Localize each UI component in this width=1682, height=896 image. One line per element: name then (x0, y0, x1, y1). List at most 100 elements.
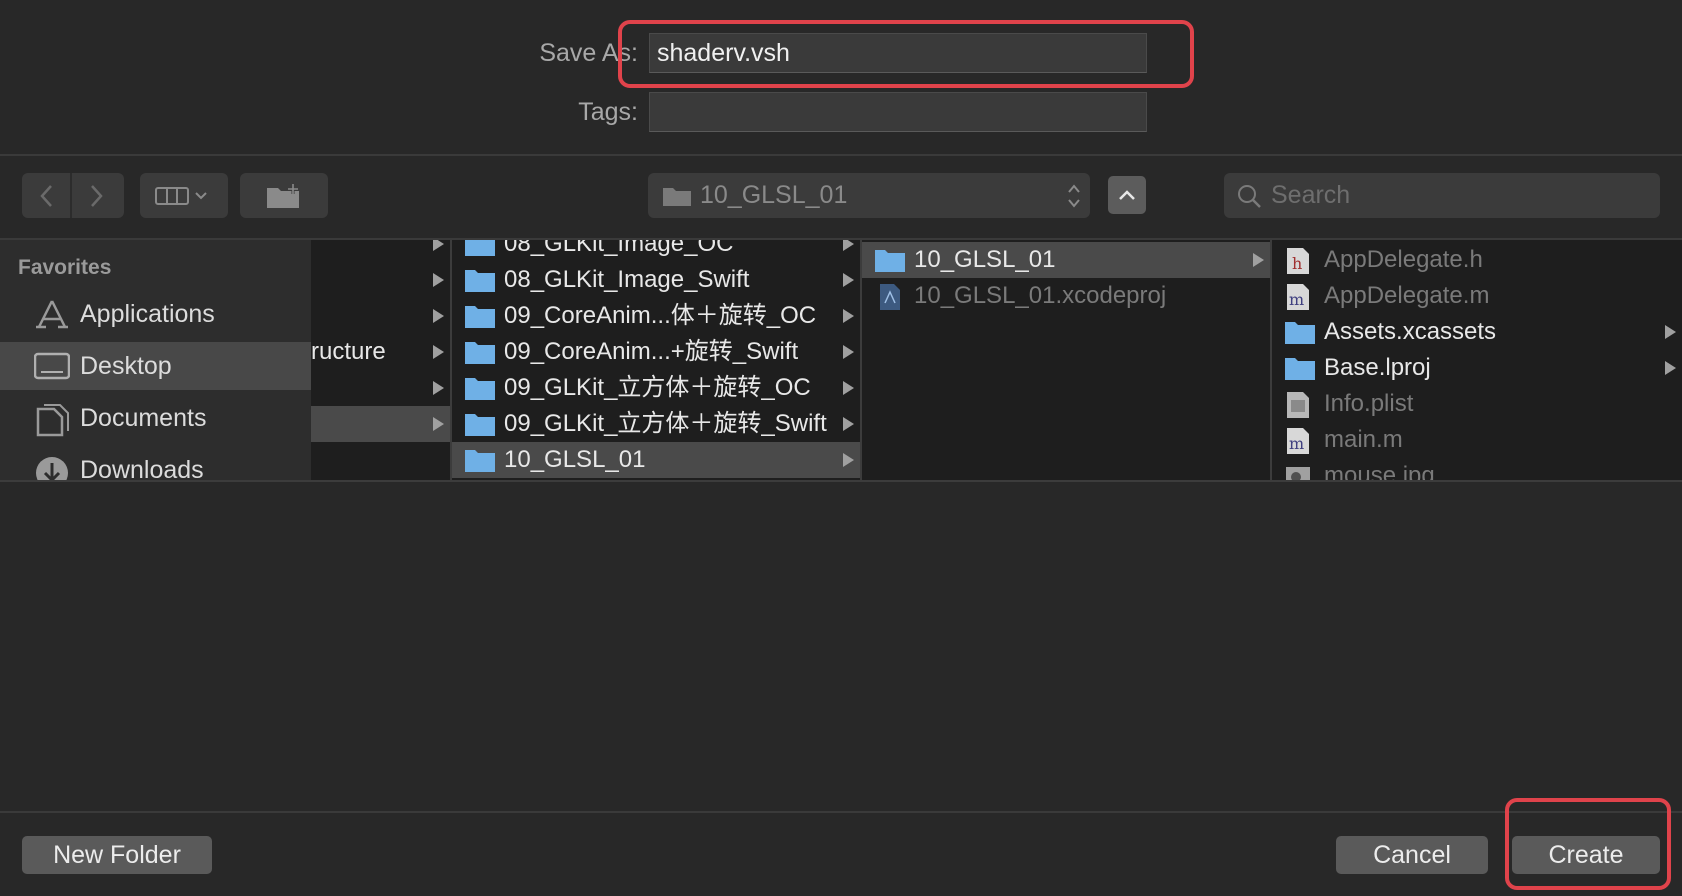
list-item-selected[interactable]: 10_GLSL_01 (452, 442, 860, 478)
new-folder-toolbar-button[interactable] (240, 173, 328, 218)
list-item[interactable]: mouse.jpg (1272, 458, 1682, 480)
path-popup[interactable]: 10_GLSL_01 (648, 173, 1090, 218)
folder-icon (663, 188, 691, 206)
sidebar-item-documents[interactable]: Documents (0, 394, 311, 442)
svg-text:m: m (1289, 434, 1304, 453)
list-item[interactable]: 08_GLKit_Image_OC (452, 240, 860, 262)
folder-icon (465, 414, 495, 436)
list-item-label: 10_GLSL_01 (504, 446, 646, 473)
sidebar-item-label: Documents (80, 404, 207, 432)
chevron-left-icon (40, 184, 52, 207)
browser-column-3: 10_GLSL_01 10_GLSL_01.xcodeproj (862, 240, 1270, 480)
create-highlight (1505, 798, 1671, 890)
list-item[interactable]: 09_CoreAnim...体＋旋转_OC (452, 298, 860, 334)
search-field[interactable]: Search (1224, 173, 1660, 218)
image-file-icon (1286, 467, 1310, 480)
list-item[interactable]: 10_GLSL_01.xcodeproj (862, 278, 1270, 314)
list-item[interactable]: 09_GLKit_立方体＋旋转_OC (452, 370, 860, 406)
list-item-selected[interactable] (311, 406, 450, 442)
nav-buttons (22, 173, 124, 218)
folder-icon (465, 450, 495, 472)
browser-column-4: h AppDelegate.h m AppDelegate.m Assets.x… (1272, 240, 1682, 480)
list-item[interactable]: 08_GLKit_Image_Swift (452, 262, 860, 298)
list-item[interactable] (311, 298, 450, 334)
list-item-label: Base.lproj (1324, 354, 1431, 381)
tags-label: Tags: (578, 98, 638, 126)
up-down-chevron-icon (1068, 184, 1080, 208)
view-mode-button[interactable] (140, 173, 228, 218)
list-item-label: 09_CoreAnim...+旋转_Swift (504, 338, 799, 365)
column-view-icon (155, 186, 207, 205)
sidebar-heading: Favorites (18, 256, 112, 279)
m-file-icon: m (1287, 428, 1309, 454)
list-item-label: AppDelegate.h (1324, 246, 1483, 273)
search-placeholder: Search (1271, 181, 1351, 209)
list-item[interactable]: m AppDelegate.m (1272, 278, 1682, 314)
list-item[interactable] (311, 240, 450, 262)
downloads-icon (36, 457, 68, 480)
svg-text:m: m (1289, 290, 1304, 309)
folder-icon (465, 306, 495, 328)
cancel-button[interactable]: Cancel (1336, 836, 1488, 874)
xcodeproj-icon (880, 284, 900, 310)
header-file-icon: h (1287, 248, 1309, 274)
plist-file-icon (1287, 392, 1309, 418)
sidebar-item-desktop[interactable]: Desktop (0, 342, 311, 390)
back-button[interactable] (22, 173, 72, 218)
applications-icon (36, 300, 68, 329)
list-item-label: Info.plist (1324, 390, 1414, 417)
folder-icon (1285, 322, 1315, 344)
tags-input[interactable] (649, 92, 1147, 132)
list-item[interactable]: h AppDelegate.h (1272, 242, 1682, 278)
list-item-label: main.m (1324, 426, 1403, 453)
list-item-label: 09_GLKit_立方体＋旋转_Swift (504, 410, 827, 437)
list-item[interactable] (311, 370, 450, 406)
list-item-label: Assets.xcassets (1324, 318, 1497, 345)
list-item[interactable]: Assets.xcassets (1272, 314, 1682, 350)
list-item-label: AppDelegate.m (1324, 282, 1490, 309)
save-as-highlight (618, 20, 1194, 88)
documents-icon (36, 404, 69, 437)
list-item-label: 08_GLKit_Image_Swift (504, 266, 750, 293)
sidebar-item-label: Applications (80, 300, 215, 328)
list-item[interactable]: Info.plist (1272, 386, 1682, 422)
header-divider (0, 154, 1682, 156)
folder-icon (1285, 358, 1315, 380)
new-folder-button[interactable]: New Folder (22, 836, 212, 874)
search-icon (1238, 185, 1261, 208)
list-item-label: mouse.jpg (1324, 462, 1435, 480)
tags-row: Tags: (0, 92, 1682, 132)
sidebar-item-applications[interactable]: Applications (0, 290, 311, 338)
file-browser: Favorites Applications Desktop Documents (0, 240, 1682, 480)
desktop-icon (34, 352, 70, 380)
list-item-label: 09_CoreAnim...体＋旋转_OC (504, 302, 817, 329)
browser-column-1: ructure (311, 240, 450, 480)
list-item[interactable]: ructure (311, 334, 450, 370)
sidebar-item-label: Downloads (80, 456, 204, 480)
chevron-right-icon (91, 184, 103, 207)
list-item[interactable]: m main.m (1272, 422, 1682, 458)
list-item[interactable] (311, 262, 450, 298)
folder-icon (465, 342, 495, 364)
expand-collapse-button[interactable] (1108, 176, 1146, 214)
list-item-label: 08_GLKit_Image_OC (504, 240, 734, 257)
m-file-icon: m (1287, 284, 1309, 310)
list-item[interactable]: 09_GLKit_立方体＋旋转_Swift (452, 406, 860, 442)
list-item-selected[interactable]: 10_GLSL_01 (862, 242, 1270, 278)
list-item-label: 10_GLSL_01 (914, 246, 1056, 273)
footer-divider (0, 811, 1682, 813)
browser-column-2: 08_GLKit_Image_OC 08_GLKit_Image_Swift 0… (452, 240, 860, 480)
list-item[interactable]: 09_CoreAnim...+旋转_Swift (452, 334, 860, 370)
folder-plus-icon (267, 183, 299, 208)
folder-icon (465, 240, 495, 256)
list-item-label: ructure (311, 338, 386, 365)
sidebar: Favorites Applications Desktop Documents (0, 240, 311, 480)
folder-icon (465, 270, 495, 292)
list-item-label: 10_GLSL_01.xcodeproj (914, 282, 1167, 309)
svg-text:h: h (1292, 254, 1302, 273)
list-item[interactable]: Base.lproj (1272, 350, 1682, 386)
sidebar-item-downloads[interactable]: Downloads (0, 446, 311, 480)
browser-bottom-divider (0, 480, 1682, 482)
forward-button[interactable] (72, 173, 122, 218)
folder-icon (465, 378, 495, 400)
